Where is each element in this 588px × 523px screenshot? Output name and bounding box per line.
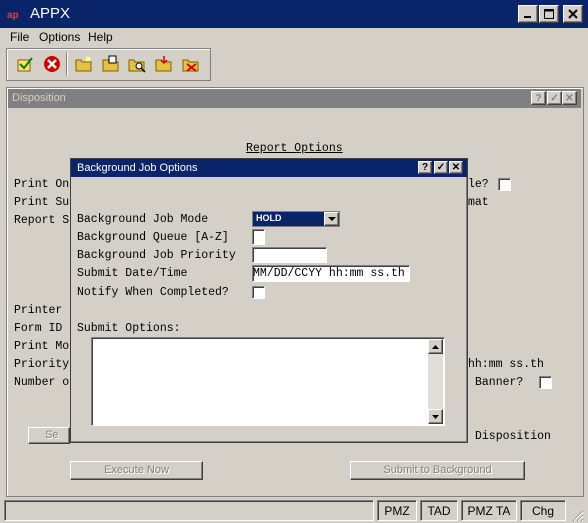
label-job-mode: Background Job Mode [77, 213, 209, 226]
label-disposition: Disposition [475, 430, 551, 443]
help-icon: ? [535, 92, 542, 104]
app-title: APPX [30, 5, 71, 22]
label-queue: Background Queue [A-Z] [77, 231, 229, 244]
bjo-ok-button[interactable]: ✓ [434, 161, 448, 174]
minimize-button[interactable] [518, 5, 538, 23]
chevron-down-icon [327, 216, 336, 221]
disposition-title-bar [8, 89, 581, 108]
folder-search-icon[interactable] [128, 55, 146, 73]
bjo-help-button[interactable]: ? [418, 161, 432, 174]
label-priority: Priority [14, 358, 70, 371]
label-fragment-mat: mat [468, 196, 489, 209]
help-icon: ? [421, 162, 429, 173]
resize-grip-icon[interactable] [570, 508, 584, 522]
submit-to-background-label: Submit to Background [383, 464, 492, 476]
label-form-id: Form ID [14, 322, 63, 335]
label-print-mo: Print Mo [14, 340, 70, 353]
check-icon: ✓ [550, 92, 559, 104]
submit-options-textarea[interactable] [91, 337, 445, 426]
menu-options[interactable]: Options [39, 30, 80, 44]
status-pmz-ta: PMZ TA [461, 500, 517, 521]
bjo-title: Background Job Options [77, 162, 198, 174]
se-button-label: Se [45, 429, 59, 441]
folder-icon-1[interactable] [75, 55, 93, 73]
maximize-icon [544, 9, 554, 19]
menu-file[interactable]: File [10, 30, 29, 44]
label-print-su: Print Su [14, 196, 70, 209]
status-chg: Chg [520, 500, 566, 521]
checkbox-le[interactable] [498, 178, 511, 191]
folder-delete-icon[interactable] [182, 55, 200, 73]
status-pmz: PMZ [377, 500, 417, 521]
disposition-ok-button[interactable]: ✓ [547, 91, 562, 105]
checkbox-banner[interactable] [539, 376, 552, 389]
notify-checkbox[interactable] [252, 286, 265, 299]
label-banner: Banner? [475, 376, 524, 389]
cancel-icon[interactable] [43, 55, 61, 73]
minimize-icon [524, 16, 531, 18]
label-submit-options: Submit Options: [77, 322, 181, 335]
bjo-close-button[interactable]: ✕ [449, 161, 463, 174]
report-options-heading: Report Options [246, 142, 343, 155]
scroll-down-button[interactable] [428, 409, 443, 424]
folder-icon-3[interactable] [155, 55, 173, 73]
app-title-bar [0, 0, 588, 28]
label-submit-datetime: Submit Date/Time [77, 267, 188, 280]
status-tad: TAD [420, 500, 458, 521]
job-mode-value: HOLD [256, 213, 282, 223]
arrow-up-icon [432, 344, 439, 349]
close-icon: ✕ [565, 92, 574, 104]
toolbar-separator [66, 52, 68, 76]
disposition-close-button[interactable]: ✕ [562, 91, 577, 105]
label-printer: Printer [14, 304, 63, 317]
queue-input[interactable] [252, 229, 265, 245]
label-priority: Background Job Priority [77, 249, 236, 262]
execute-now-label: Execute Now [104, 464, 169, 476]
close-icon: ✕ [451, 162, 461, 173]
check-mark-icon[interactable] [16, 55, 34, 73]
folder-icon-2[interactable] [102, 55, 120, 73]
priority-input[interactable] [252, 247, 327, 263]
disposition-help-button[interactable]: ? [531, 91, 546, 105]
disposition-title: Disposition [12, 92, 66, 104]
check-icon: ✓ [436, 162, 446, 173]
label-print-on: Print On [14, 178, 70, 191]
label-report-s: Report S [14, 214, 70, 227]
svg-text:ap: ap [7, 10, 19, 21]
status-message-area [4, 500, 374, 521]
submit-datetime-value: MM/DD/CCYY hh:mm ss.th [253, 267, 405, 280]
job-mode-dropdown-button[interactable] [324, 212, 339, 226]
close-button[interactable] [563, 5, 583, 23]
scroll-up-button[interactable] [428, 339, 443, 354]
menu-help[interactable]: Help [88, 30, 113, 44]
maximize-button[interactable] [539, 5, 559, 23]
close-icon [568, 9, 578, 19]
arrow-down-icon [432, 414, 439, 419]
label-number-o: Number o [14, 376, 70, 389]
label-fragment-le: le? [468, 178, 489, 191]
label-notify: Notify When Completed? [77, 286, 229, 299]
label-fragment-time: hh:mm ss.th [468, 358, 544, 371]
appx-logo-icon: ap [6, 7, 26, 21]
